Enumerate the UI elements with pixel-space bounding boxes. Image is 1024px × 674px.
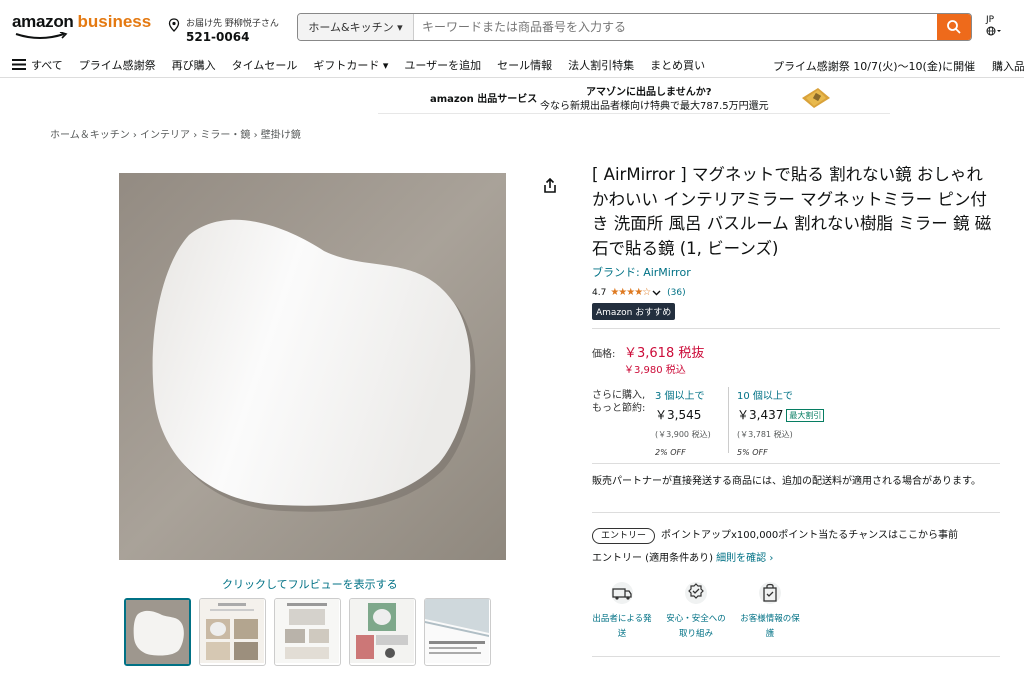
- mirror-image: [119, 173, 506, 560]
- feature-label: お客様情報の保護: [740, 614, 800, 639]
- quantity-discount-tiers: さらに購入, もっと節約: 3 個以上で ￥3,545 (￥3,900 税込) …: [592, 387, 892, 459]
- tier-lead: さらに購入, もっと節約:: [592, 390, 646, 414]
- language-selector[interactable]: JP: [986, 14, 1002, 40]
- nav-item-buy-again[interactable]: 再び購入: [172, 57, 216, 73]
- nav-item-purchases[interactable]: 購入品: [992, 58, 1024, 74]
- thumbnail-4[interactable]: [349, 598, 416, 666]
- location-pin-icon: [168, 18, 180, 32]
- banner-brand: amazon 出品サービス: [430, 94, 538, 105]
- feature-privacy[interactable]: お客様情報の保護: [740, 578, 800, 642]
- thumbnail-strip: [124, 598, 491, 666]
- thumbnail-lifestyle-image: [200, 599, 264, 663]
- thumbnail-feature-image: [275, 599, 339, 663]
- thumbnail-3[interactable]: [274, 598, 341, 666]
- breadcrumb[interactable]: ホーム＆キッチン › インテリア › ミラー・鏡 › 壁掛け鏡: [50, 126, 301, 141]
- shipping-note: 販売パートナーが直接発送する商品には、追加の配送料が適用される場合があります。: [592, 476, 981, 487]
- nav-item-business-discount[interactable]: 法人割引特集: [568, 57, 634, 73]
- nav-item-all: すべて: [31, 58, 63, 72]
- feature-safety[interactable]: 安心・安全への取り組み: [666, 578, 726, 642]
- share-icon[interactable]: [543, 178, 557, 194]
- tier-10-units[interactable]: 10 個以上で ￥3,437 最大割引 (￥3,781 税込) 5% OFF: [737, 387, 825, 457]
- nav-item-add-user[interactable]: ユーザーを追加: [404, 57, 481, 73]
- feature-label: 出品者による発送: [592, 614, 652, 639]
- rating-value: 4.7: [592, 287, 607, 298]
- logo-sub: business: [77, 12, 152, 31]
- fullview-link[interactable]: クリックしてフルビューを表示する: [222, 576, 398, 592]
- entry-text-2: エントリー (適用条件あり): [592, 553, 713, 564]
- rating-count[interactable]: (36): [667, 288, 685, 298]
- price-value: ￥3,618 税抜: [624, 346, 705, 361]
- banner-headline: アマゾンに出品しませんか?: [586, 87, 712, 98]
- nav-item-sale-info[interactable]: セール情報: [497, 57, 552, 73]
- tier-price: ￥3,437: [737, 408, 784, 422]
- logo-main: amazon: [12, 12, 74, 31]
- thumbnail-1[interactable]: [124, 598, 191, 666]
- truck-icon: [606, 578, 638, 608]
- thumbnail-2[interactable]: [199, 598, 266, 666]
- search-category-select[interactable]: ホーム&キッチン ▾: [298, 14, 414, 40]
- tier-qty: 3 個以上で: [655, 391, 705, 402]
- star-rating-icon: ★★★★☆: [610, 287, 651, 298]
- divider: [592, 656, 1000, 657]
- tier-price: ￥3,545: [655, 408, 702, 422]
- nav-all-menu[interactable]: すべて: [12, 57, 63, 73]
- nav-item-gift-card[interactable]: ギフトカード ▾: [313, 57, 388, 73]
- feature-seller-shipping[interactable]: 出品者による発送: [592, 578, 652, 642]
- search-button[interactable]: [937, 14, 971, 40]
- rating-summary[interactable]: 4.7 ★★★★☆ (36): [592, 287, 1002, 298]
- product-title: [ AirMirror ] マグネットで貼る 割れない鏡 おしゃれ かわいい イ…: [592, 165, 992, 258]
- chevron-down-icon: [652, 290, 661, 295]
- thumbnail-mirror-image: [126, 600, 189, 664]
- coins-icon: [802, 88, 830, 108]
- nav-item-time-sale[interactable]: タイムセール: [232, 57, 298, 73]
- tier-tax: (￥3,900 税込): [655, 430, 711, 439]
- tier-off: 2% OFF: [655, 448, 686, 457]
- entry-text-1: ポイントアップx100,000ポイント当たるチャンスはここから事前: [661, 530, 958, 541]
- tier-tax: (￥3,781 税込): [737, 430, 793, 439]
- product-info: [ AirMirror ] マグネットで貼る 割れない鏡 おしゃれ かわいい イ…: [592, 163, 1002, 329]
- tier-divider: [728, 387, 729, 453]
- entry-terms-link[interactable]: 細則を確認 ›: [716, 553, 773, 564]
- nav-item-prime-day[interactable]: プライム感謝祭: [79, 57, 156, 73]
- divider: [592, 328, 1000, 329]
- lock-bag-icon: [754, 578, 786, 608]
- smile-icon: [15, 32, 68, 39]
- nav-bar: すべて プライム感謝祭 再び購入 タイムセール ギフトカード ▾ ユーザーを追加…: [0, 52, 1024, 78]
- top-header: amazon business お届け先 野柳悦子さん 521-0064 ホーム&…: [0, 0, 1024, 52]
- divider: [592, 512, 1000, 513]
- search-input[interactable]: [414, 14, 937, 40]
- tier-qty: 10 個以上で: [737, 391, 793, 402]
- location-label: お届け先 野柳悦子さん: [186, 19, 279, 29]
- banner-subline: 今なら新規出品者様向け特典で最大787.5万円還元: [540, 101, 769, 112]
- brand-link[interactable]: ブランド: AirMirror: [592, 264, 1002, 280]
- shield-badge-icon: [680, 578, 712, 608]
- nav-promo-prime-day[interactable]: プライム感謝祭 10/7(火)〜10(金)に開催: [773, 58, 975, 74]
- price-incl-tax: ￥3,980 税込: [624, 365, 686, 376]
- thumbnail-5[interactable]: [424, 598, 491, 666]
- globe-icon: [986, 26, 1001, 36]
- amazon-choice-badge: Amazon おすすめ: [592, 303, 676, 320]
- lang-code: JP: [986, 15, 995, 25]
- tier-price-row: ￥3,437 最大割引: [737, 406, 825, 423]
- amazon-business-logo[interactable]: amazon business: [12, 12, 152, 44]
- search-bar: ホーム&キッチン ▾: [297, 13, 972, 41]
- location-zip: 521-0064: [186, 30, 250, 44]
- thumbnail-use-case-image: [350, 599, 414, 663]
- delivery-location[interactable]: お届け先 野柳悦子さん 521-0064: [168, 14, 288, 46]
- divider: [592, 463, 1000, 464]
- feature-label: 安心・安全への取り組み: [666, 614, 726, 639]
- price-label: 価格:: [592, 349, 616, 360]
- tier-3-units[interactable]: 3 個以上で ￥3,545 (￥3,900 税込) 2% OFF: [655, 387, 711, 457]
- entry-button[interactable]: エントリー: [592, 528, 656, 544]
- seller-banner[interactable]: amazon 出品サービス アマゾンに出品しませんか? 今なら新規出品者様向け特…: [378, 80, 890, 114]
- tier-off: 5% OFF: [737, 448, 768, 457]
- point-entry-promo: エントリー ポイントアップx100,000ポイント当たるチャンスはここから事前 エ…: [592, 524, 1002, 570]
- max-discount-badge: 最大割引: [786, 409, 825, 422]
- nav-item-bulk-buy[interactable]: まとめ買い: [650, 57, 705, 73]
- feature-icons: 出品者による発送 安心・安全への取り組み お客様情報の保護: [592, 578, 814, 642]
- search-icon: [947, 20, 961, 34]
- main-product-image[interactable]: [119, 173, 506, 560]
- hamburger-icon: [12, 59, 26, 70]
- thumbnail-material-image: [425, 599, 489, 663]
